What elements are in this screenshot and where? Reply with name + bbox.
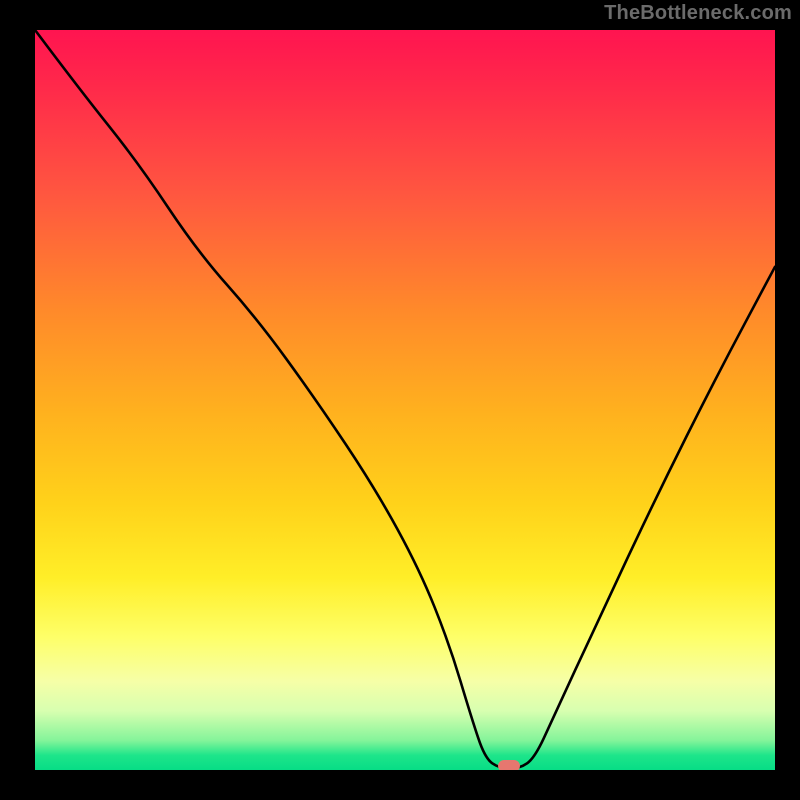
chart-frame: TheBottleneck.com [0, 0, 800, 800]
curve-path [35, 30, 775, 769]
minimum-marker [498, 760, 520, 770]
bottleneck-curve [35, 30, 775, 770]
watermark-text: TheBottleneck.com [604, 2, 792, 25]
plot-area [35, 30, 775, 770]
